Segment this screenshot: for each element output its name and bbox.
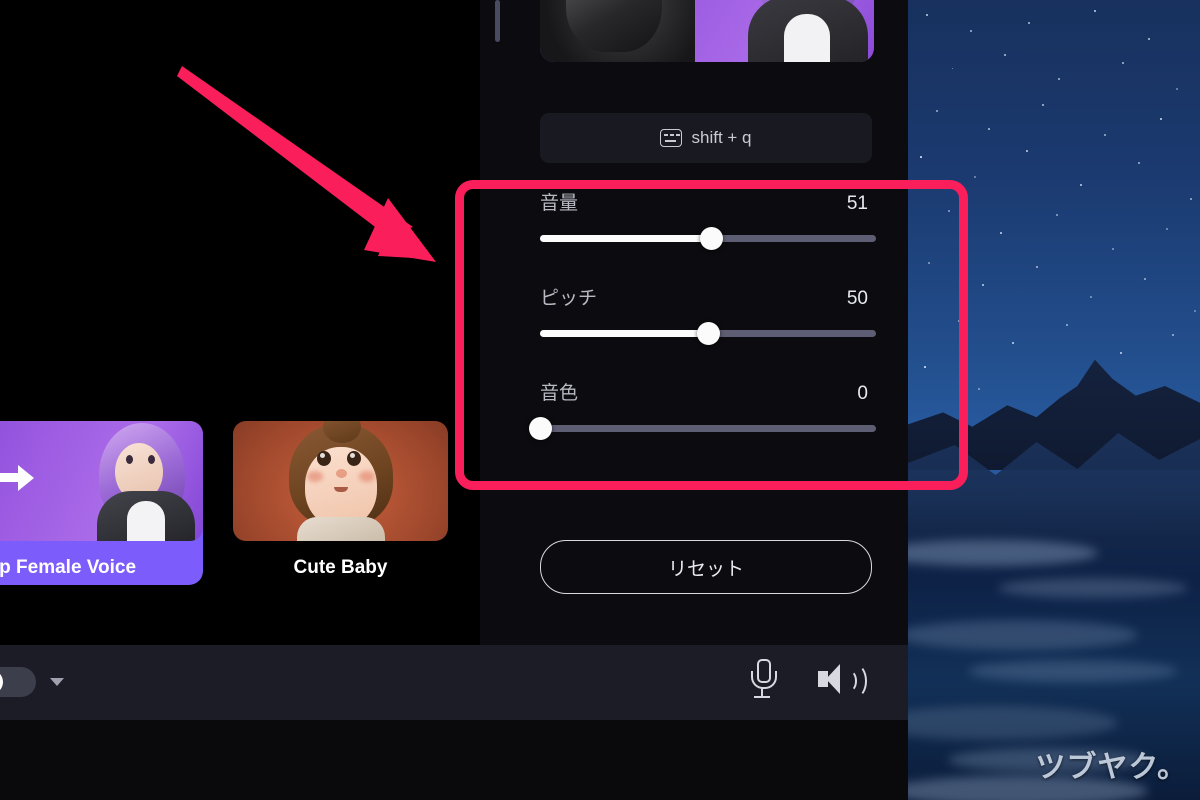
voice-card-cute-baby[interactable]: Cute Baby — [233, 421, 448, 579]
reset-button-label: リセット — [668, 554, 744, 581]
voice-card-label: Cute Baby — [233, 557, 448, 579]
slider-volume-thumb[interactable] — [700, 227, 723, 250]
slider-tone-thumb[interactable] — [529, 417, 552, 440]
speaker-icon[interactable] — [818, 660, 858, 700]
mode-toggle-switch[interactable] — [0, 667, 36, 697]
slider-tone-value: 0 — [857, 383, 868, 405]
preview-male-figure — [540, 0, 695, 62]
app-window: shift + q 音量 51 ピッチ 50 音色 0 リセット p Femal… — [0, 0, 908, 800]
preview-female-figure — [724, 0, 874, 62]
slider-pitch-value: 50 — [847, 288, 868, 310]
slider-tone-track[interactable] — [540, 425, 876, 432]
slider-tone-label: 音色 — [540, 378, 578, 405]
chevron-down-icon[interactable] — [50, 678, 64, 686]
microphone-icon[interactable] — [748, 658, 776, 702]
voice-card-thumbnail — [0, 421, 203, 541]
slider-pitch-track[interactable] — [540, 330, 876, 337]
panel-scrollbar[interactable] — [495, 0, 500, 42]
female-avatar-icon — [85, 425, 197, 541]
slider-volume-value: 51 — [847, 193, 868, 215]
app-left-blank-area — [0, 0, 480, 400]
background-night-sky-photo: ツブヤク。 — [908, 0, 1200, 800]
slider-volume-label: 音量 — [540, 188, 578, 215]
slider-pitch-thumb[interactable] — [697, 322, 720, 345]
voice-card-sharp-female-voice[interactable]: Sharp Female Voice — [0, 421, 203, 585]
voice-card-thumbnail — [233, 421, 448, 541]
slider-tone[interactable]: 音色 0 — [528, 378, 880, 473]
shortcut-label: shift + q — [691, 128, 751, 148]
slider-group: 音量 51 ピッチ 50 音色 0 — [528, 188, 880, 473]
male-avatar-icon — [0, 429, 4, 541]
voice-card-label: Sharp Female Voice — [0, 557, 203, 579]
reset-button[interactable]: リセット — [540, 540, 872, 594]
toggle-knob — [0, 670, 3, 694]
keyboard-icon — [660, 129, 682, 147]
slider-volume[interactable]: 音量 51 — [528, 188, 880, 283]
slider-pitch-label: ピッチ — [540, 283, 597, 310]
shortcut-button[interactable]: shift + q — [540, 113, 872, 163]
screenshot-root: ツブヤク。 shift + q 音量 51 ピッチ 50 音色 0 リセット p… — [0, 0, 1200, 800]
slider-pitch[interactable]: ピッチ 50 — [528, 283, 880, 378]
slider-volume-track[interactable] — [540, 235, 876, 242]
watermark-text: ツブヤク。 — [1035, 742, 1188, 786]
voice-preview-image[interactable] — [540, 0, 874, 62]
voice-card-strip: Sharp Female Voice Cute Baby — [0, 400, 480, 645]
audio-waveform-bar[interactable] — [0, 720, 908, 800]
